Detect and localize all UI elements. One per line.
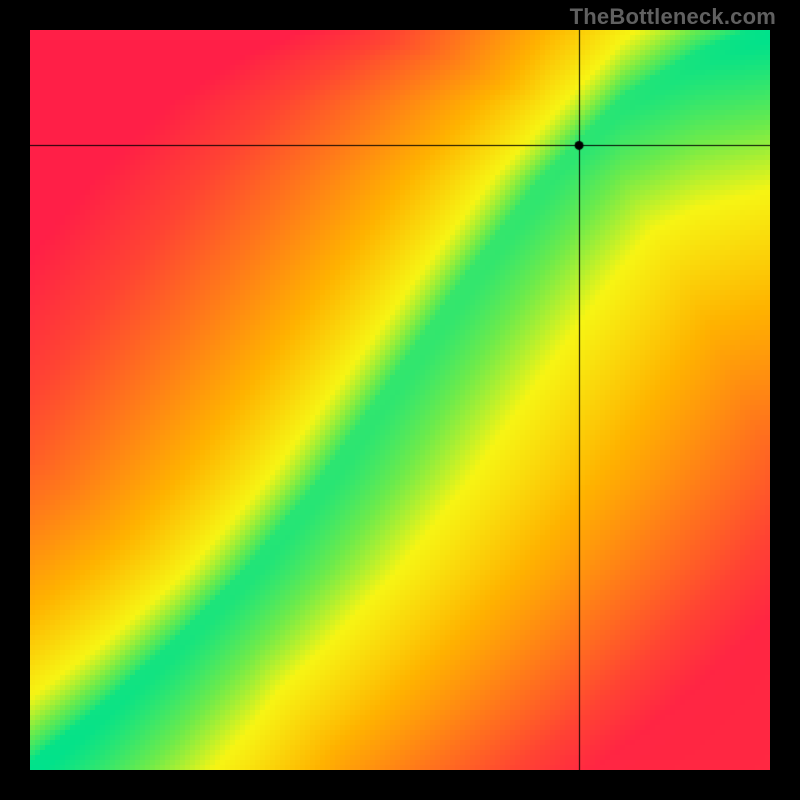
watermark-text: TheBottleneck.com [570, 4, 776, 30]
crosshair-overlay [30, 30, 770, 770]
chart-container: TheBottleneck.com [0, 0, 800, 800]
